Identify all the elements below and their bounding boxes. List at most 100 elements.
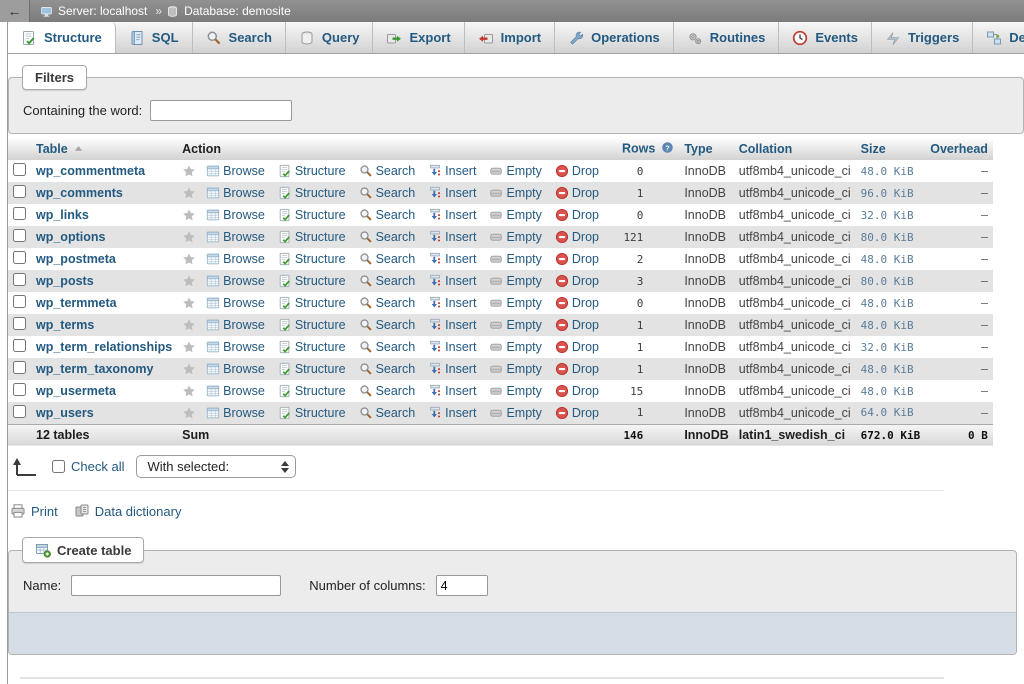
header-overhead[interactable]: Overhead [925,138,993,160]
table-name-link[interactable]: wp_term_taxonomy [36,362,153,376]
help-icon[interactable]: ? [661,141,674,154]
action-drop-link[interactable]: Drop [555,406,599,420]
action-insert-link[interactable]: Insert [428,252,476,266]
table-name-link[interactable]: wp_terms [36,318,94,332]
action-structure-link[interactable]: Structure [278,230,346,244]
containing-word-input[interactable] [150,100,292,121]
action-drop-link[interactable]: Drop [555,296,599,310]
favorite-star-icon[interactable] [182,274,196,288]
tab-import[interactable]: Import [465,22,555,53]
back-button[interactable]: ← [0,0,30,22]
breadcrumb-database[interactable]: Database: demosite [184,4,291,18]
action-empty-link[interactable]: Empty [489,362,541,376]
table-name-link[interactable]: wp_term_relationships [36,340,172,354]
header-table[interactable]: Table [31,138,177,160]
action-drop-link[interactable]: Drop [555,208,599,222]
action-drop-link[interactable]: Drop [555,384,599,398]
table-name-link[interactable]: wp_comments [36,186,123,200]
action-drop-link[interactable]: Drop [555,164,599,178]
action-browse-link[interactable]: Browse [206,384,265,398]
action-insert-link[interactable]: Insert [428,164,476,178]
header-type[interactable]: Type [679,138,733,160]
action-structure-link[interactable]: Structure [278,274,346,288]
action-browse-link[interactable]: Browse [206,164,265,178]
columns-count-input[interactable] [436,575,488,596]
action-empty-link[interactable]: Empty [489,340,541,354]
favorite-star-icon[interactable] [182,384,196,398]
action-insert-link[interactable]: Insert [428,186,476,200]
favorite-star-icon[interactable] [182,296,196,310]
action-structure-link[interactable]: Structure [278,340,346,354]
action-search-link[interactable]: Search [359,230,416,244]
favorite-star-icon[interactable] [182,230,196,244]
action-search-link[interactable]: Search [359,340,416,354]
favorite-star-icon[interactable] [182,252,196,266]
action-search-link[interactable]: Search [359,186,416,200]
action-structure-link[interactable]: Structure [278,296,346,310]
header-size[interactable]: Size [856,138,926,160]
favorite-star-icon[interactable] [182,186,196,200]
action-empty-link[interactable]: Empty [489,274,541,288]
table-name-link[interactable]: wp_postmeta [36,252,116,266]
action-search-link[interactable]: Search [359,406,416,420]
action-search-link[interactable]: Search [359,208,416,222]
favorite-star-icon[interactable] [182,340,196,354]
action-drop-link[interactable]: Drop [555,318,599,332]
action-drop-link[interactable]: Drop [555,340,599,354]
tab-structure[interactable]: Structure [8,22,116,53]
action-insert-link[interactable]: Insert [428,296,476,310]
print-link[interactable]: Print [10,503,58,519]
action-insert-link[interactable]: Insert [428,406,476,420]
tab-query[interactable]: Query [286,22,374,53]
action-search-link[interactable]: Search [359,296,416,310]
action-empty-link[interactable]: Empty [489,164,541,178]
favorite-star-icon[interactable] [182,318,196,332]
row-checkbox[interactable] [13,383,26,396]
row-checkbox[interactable] [13,251,26,264]
action-browse-link[interactable]: Browse [206,362,265,376]
favorite-star-icon[interactable] [182,208,196,222]
tab-export[interactable]: Export [373,22,464,53]
action-browse-link[interactable]: Browse [206,340,265,354]
table-name-link[interactable]: wp_commentmeta [36,164,145,178]
action-insert-link[interactable]: Insert [428,362,476,376]
table-name-link[interactable]: wp_usermeta [36,384,116,398]
row-checkbox[interactable] [13,273,26,286]
action-browse-link[interactable]: Browse [206,230,265,244]
action-browse-link[interactable]: Browse [206,186,265,200]
check-all[interactable]: Check all [52,459,124,474]
tab-routines[interactable]: Routines [674,22,780,53]
tab-operations[interactable]: Operations [555,22,674,53]
action-empty-link[interactable]: Empty [489,186,541,200]
row-checkbox[interactable] [13,185,26,198]
action-empty-link[interactable]: Empty [489,384,541,398]
row-checkbox[interactable] [13,361,26,374]
action-drop-link[interactable]: Drop [555,230,599,244]
row-checkbox[interactable] [13,207,26,220]
row-checkbox[interactable] [13,339,26,352]
action-empty-link[interactable]: Empty [489,318,541,332]
action-empty-link[interactable]: Empty [489,252,541,266]
action-structure-link[interactable]: Structure [278,362,346,376]
action-insert-link[interactable]: Insert [428,318,476,332]
action-insert-link[interactable]: Insert [428,340,476,354]
action-insert-link[interactable]: Insert [428,274,476,288]
tab-designer[interactable]: Designer [973,22,1024,53]
action-drop-link[interactable]: Drop [555,362,599,376]
breadcrumb-server[interactable]: Server: localhost [58,4,147,18]
action-browse-link[interactable]: Browse [206,208,265,222]
action-drop-link[interactable]: Drop [555,274,599,288]
table-name-link[interactable]: wp_options [36,230,105,244]
action-structure-link[interactable]: Structure [278,318,346,332]
action-empty-link[interactable]: Empty [489,296,541,310]
header-rows[interactable]: Rows? [617,138,679,160]
table-name-link[interactable]: wp_users [36,406,94,420]
action-drop-link[interactable]: Drop [555,252,599,266]
action-empty-link[interactable]: Empty [489,230,541,244]
table-name-link[interactable]: wp_termmeta [36,296,117,310]
action-search-link[interactable]: Search [359,362,416,376]
row-checkbox[interactable] [13,229,26,242]
row-checkbox[interactable] [13,317,26,330]
action-browse-link[interactable]: Browse [206,406,265,420]
action-structure-link[interactable]: Structure [278,384,346,398]
